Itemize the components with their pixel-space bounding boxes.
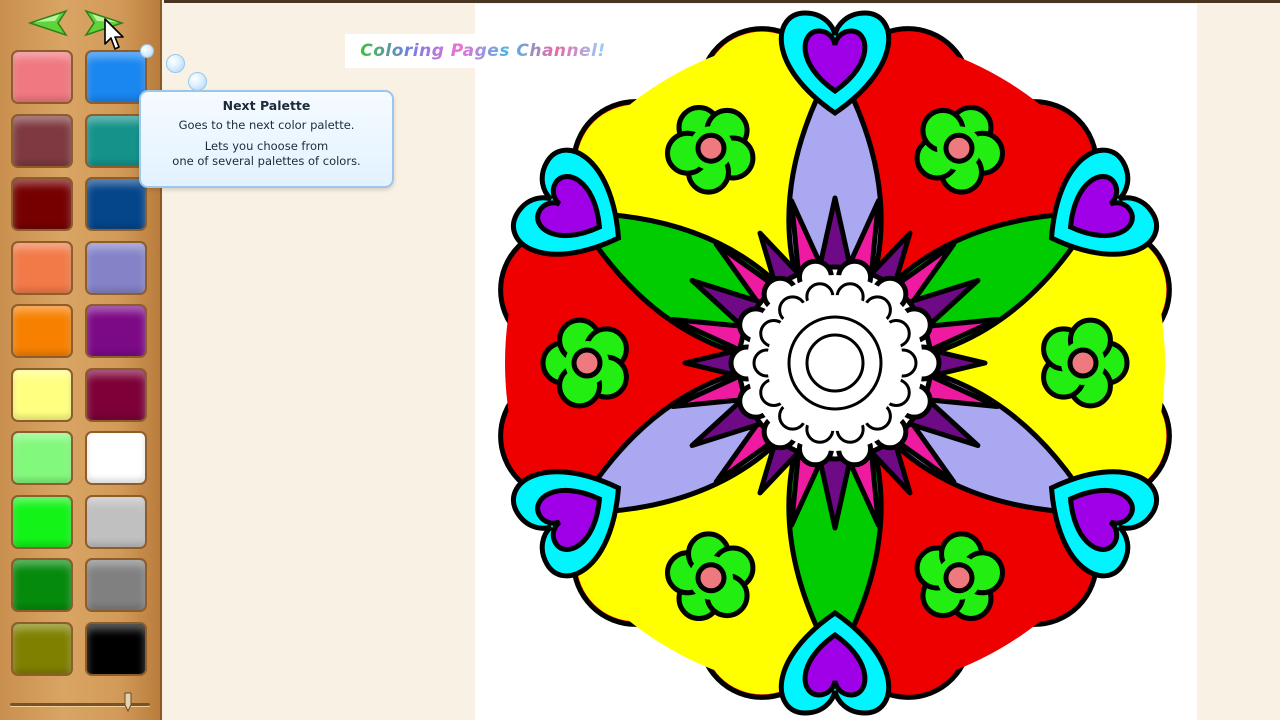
swatch-coral[interactable] <box>11 240 73 295</box>
canvas-border <box>164 0 1280 3</box>
swatch-orange[interactable] <box>11 304 73 358</box>
mandala-drawing[interactable] <box>495 6 1175 720</box>
rosette-core <box>805 333 865 393</box>
swatch-periwinkle[interactable] <box>85 240 147 295</box>
previous-palette-button[interactable] <box>26 6 70 40</box>
left-arrow-icon <box>27 9 68 37</box>
swatch-burgundy[interactable] <box>85 367 147 422</box>
swatch-dark-red[interactable] <box>11 177 73 231</box>
flower-center <box>943 132 975 164</box>
tooltip-bubble <box>166 54 185 73</box>
next-palette-tooltip: Next Palette Goes to the next color pale… <box>139 90 394 188</box>
mouse-cursor-icon <box>104 18 124 50</box>
swatch-maroon[interactable] <box>11 113 73 168</box>
tooltip-bubble <box>188 72 207 91</box>
slider-thumb[interactable] <box>124 692 132 712</box>
tooltip-text: one of several palettes of colors. <box>172 154 361 168</box>
swatch-navy[interactable] <box>85 177 147 231</box>
swatch-teal[interactable] <box>85 113 147 168</box>
flower-center <box>695 132 727 164</box>
flower-center <box>943 562 975 594</box>
swatch-pale-yellow[interactable] <box>11 367 73 422</box>
swatch-purple[interactable] <box>85 304 147 358</box>
flower-center <box>1067 347 1099 379</box>
flower-center <box>571 347 603 379</box>
flower-center <box>695 562 727 594</box>
swatch-light-gray[interactable] <box>85 494 147 549</box>
palette-sidebar <box>0 0 162 720</box>
swatch-dark-green[interactable] <box>11 558 73 612</box>
swatch-salmon[interactable] <box>11 50 73 104</box>
swatch-light-green[interactable] <box>11 431 73 485</box>
swatch-olive[interactable] <box>11 621 73 676</box>
swatch-gray[interactable] <box>85 558 147 612</box>
tooltip-bubble <box>140 44 154 58</box>
swatch-white[interactable] <box>85 431 147 485</box>
tooltip-title: Next Palette <box>222 98 311 113</box>
swatch-blue[interactable] <box>85 50 147 104</box>
swatch-green[interactable] <box>11 494 73 549</box>
tooltip-text: Lets you choose from <box>204 139 329 153</box>
tooltip-text: Goes to the next color palette. <box>178 118 355 132</box>
swatch-black[interactable] <box>85 621 147 676</box>
